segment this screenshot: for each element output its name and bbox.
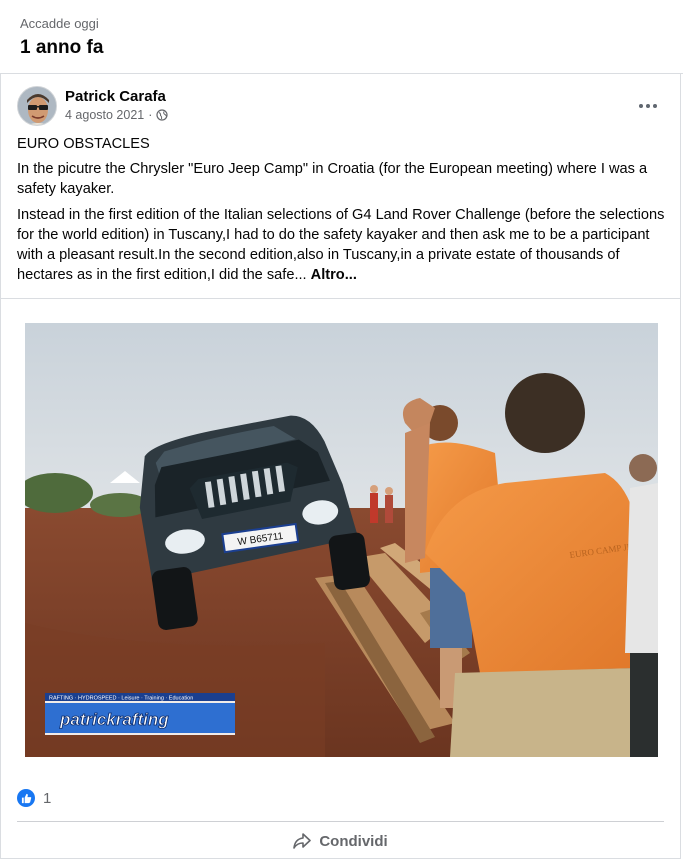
divider bbox=[1, 298, 680, 299]
like-icon bbox=[17, 789, 35, 807]
avatar[interactable] bbox=[17, 86, 57, 126]
post-headline: EURO OBSTACLES bbox=[17, 136, 150, 152]
share-arrow-icon bbox=[293, 833, 312, 849]
watermark-main-text: patrickrafting bbox=[59, 710, 169, 729]
post-header: Patrick Carafa 4 agosto 2021 · bbox=[17, 86, 664, 128]
post-text: EURO OBSTACLES In the picutre the Chrysl… bbox=[17, 134, 666, 291]
memory-title: 1 anno fa bbox=[20, 37, 104, 58]
see-more-link[interactable]: Altro... bbox=[311, 267, 357, 283]
avatar-image bbox=[18, 87, 56, 125]
more-options-icon[interactable] bbox=[634, 94, 662, 118]
reactions-bar[interactable]: 1 bbox=[17, 789, 51, 807]
post-date[interactable]: 4 agosto 2021 bbox=[65, 108, 144, 122]
post-paragraph-2: Instead in the first edition of the Ital… bbox=[17, 205, 666, 285]
meta-separator: · bbox=[148, 108, 153, 122]
memory-kicker: Accadde oggi bbox=[20, 16, 99, 31]
watermark-logo: RAFTING · HYDROSPEED · Leisure · Trainin… bbox=[45, 693, 235, 735]
post-photo[interactable]: W B65711 EURO CAMP JEEP RAFTING · HYDROS… bbox=[25, 323, 658, 757]
memory-header: Accadde oggi 1 anno fa bbox=[0, 0, 683, 74]
post-meta: 4 agosto 2021 · bbox=[65, 108, 169, 122]
share-button[interactable]: Condividi bbox=[17, 826, 664, 856]
post-paragraph-1: In the picutre the Chrysler "Euro Jeep C… bbox=[17, 161, 648, 197]
watermark-top-text: RAFTING · HYDROSPEED · Leisure · Trainin… bbox=[49, 696, 193, 702]
share-label: Condividi bbox=[319, 832, 388, 850]
reaction-count[interactable]: 1 bbox=[43, 790, 51, 807]
author-name[interactable]: Patrick Carafa bbox=[65, 88, 166, 105]
post-card: Patrick Carafa 4 agosto 2021 · EURO OBST… bbox=[0, 74, 681, 859]
divider bbox=[17, 821, 664, 822]
photo-illustration: W B65711 EURO CAMP JEEP RAFTING · HYDROS… bbox=[25, 323, 658, 757]
globe-icon bbox=[156, 109, 169, 121]
